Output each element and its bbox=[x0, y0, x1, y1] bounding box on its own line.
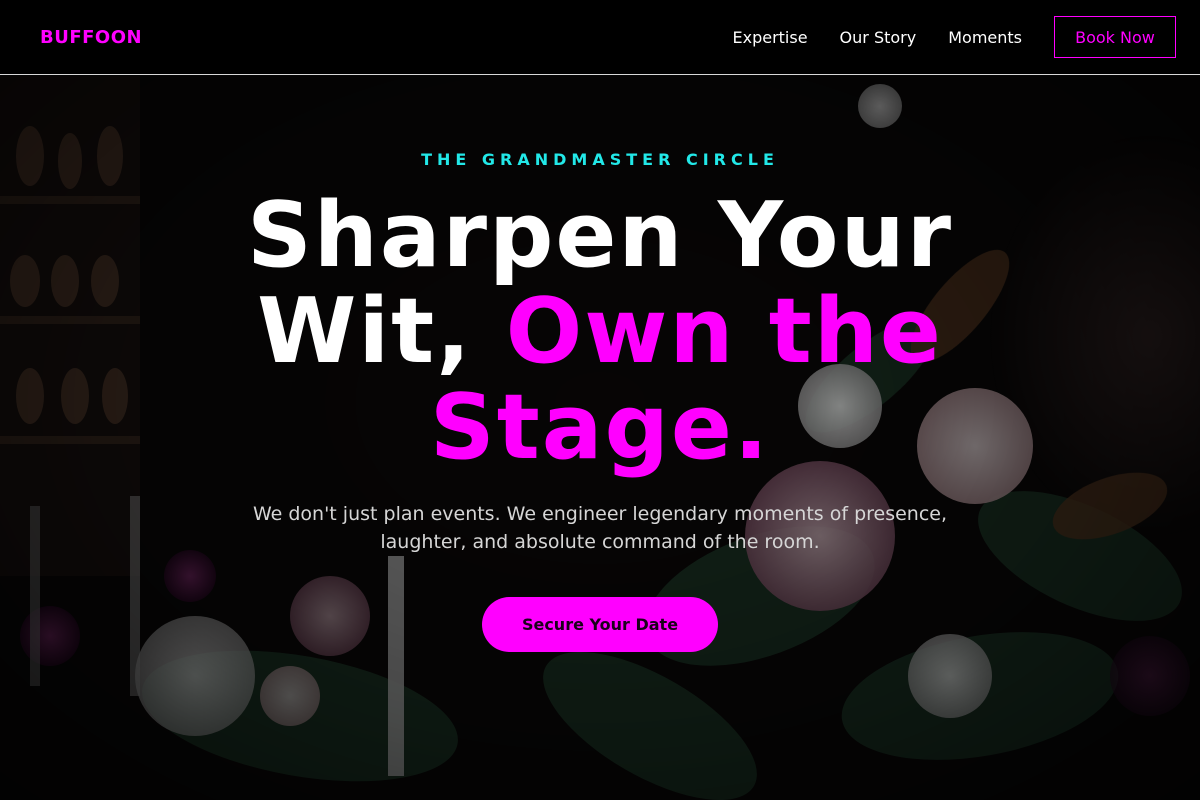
secure-your-date-button[interactable]: Secure Your Date bbox=[482, 597, 718, 652]
nav-links: Expertise Our Story Moments Book Now bbox=[700, 16, 1176, 58]
hero-headline: Sharpen Your Wit, Own the Stage. bbox=[200, 188, 1000, 476]
hero-eyebrow: THE GRANDMASTER CIRCLE bbox=[421, 150, 779, 169]
brand-logo[interactable]: BUFFOON bbox=[40, 27, 142, 48]
nav-link-our-story[interactable]: Our Story bbox=[840, 28, 917, 47]
nav-link-expertise[interactable]: Expertise bbox=[732, 28, 807, 47]
top-navbar: BUFFOON Expertise Our Story Moments Book… bbox=[0, 0, 1200, 75]
book-now-button[interactable]: Book Now bbox=[1054, 16, 1176, 58]
headline-accent-text: Own the Stage. bbox=[429, 279, 943, 480]
landing-page: BUFFOON Expertise Our Story Moments Book… bbox=[0, 0, 1200, 800]
hero-section: THE GRANDMASTER CIRCLE Sharpen Your Wit,… bbox=[0, 76, 1200, 800]
nav-link-moments[interactable]: Moments bbox=[948, 28, 1022, 47]
hero-subtext: We don't just plan events. We engineer l… bbox=[252, 503, 948, 553]
